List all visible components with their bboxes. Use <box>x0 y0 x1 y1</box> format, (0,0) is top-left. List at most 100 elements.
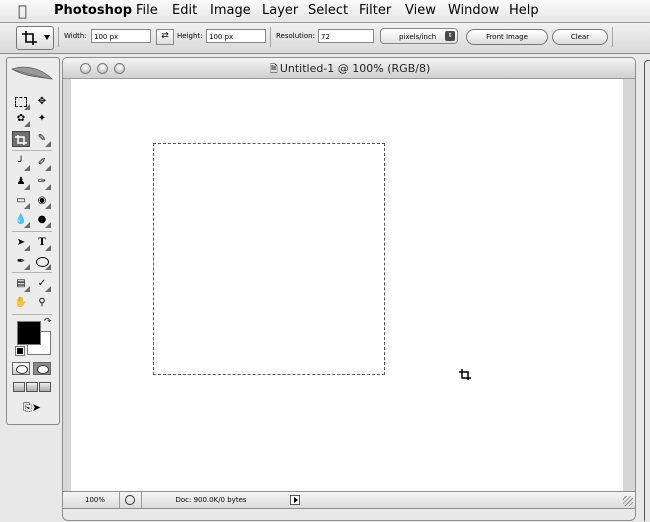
doc-size-info: Doc: 900.0K/0 bytes <box>175 496 247 504</box>
width-label: Width: <box>64 32 87 40</box>
jump-to-imageready-button[interactable]: ⎘➤ <box>14 400 50 416</box>
type-t-icon: T <box>38 237 46 248</box>
crop-tool[interactable] <box>12 131 30 147</box>
options-divider <box>58 27 59 47</box>
full-screen-menu-mode-button[interactable] <box>26 382 38 392</box>
toolbox-divider <box>12 231 52 232</box>
toolbox-divider <box>12 150 52 151</box>
pen-tool[interactable]: ✒ <box>12 254 30 270</box>
slice-knife-icon: ✎ <box>37 133 47 144</box>
document-proxy-icon[interactable]: 🗎 <box>270 64 278 75</box>
move-tool[interactable]: ✥ <box>33 94 51 110</box>
selection-marquee[interactable] <box>153 143 385 375</box>
history-brush-tool[interactable]: ✑ <box>33 174 51 190</box>
options-divider <box>270 27 271 47</box>
foreground-color-swatch[interactable] <box>17 321 41 345</box>
type-tool[interactable]: T <box>33 235 51 251</box>
standard-mode-icon <box>16 365 28 374</box>
standard-screen-mode-button[interactable] <box>13 382 25 392</box>
menu-layer[interactable]: Layer <box>262 3 298 19</box>
apple-menu-icon[interactable]:  <box>18 2 27 20</box>
eraser-icon: ▭ <box>16 195 26 206</box>
options-divider <box>612 27 613 47</box>
arrow-pointer-icon: ➤ <box>16 237 26 248</box>
note-icon: ▤ <box>16 278 26 289</box>
hand-icon: ✋ <box>14 297 28 308</box>
menu-help[interactable]: Help <box>509 3 539 19</box>
document-window: 🗎 Untitled-1 @ 100% (RGB/8) 100% Doc: 900… <box>62 57 636 521</box>
resolution-units-value: pixels/inch <box>399 33 437 41</box>
clone-stamp-tool[interactable]: ♟ <box>12 174 30 190</box>
height-label: Height: <box>177 32 203 40</box>
menu-edit[interactable]: Edit <box>172 3 197 19</box>
history-brush-icon: ✑ <box>37 176 47 187</box>
brush-icon: ✐ <box>37 157 47 168</box>
slice-tool[interactable]: ✎ <box>33 131 51 147</box>
eraser-tool[interactable]: ▭ <box>12 193 30 209</box>
chevron-down-icon <box>44 35 50 40</box>
clear-button[interactable]: Clear <box>552 29 608 45</box>
document-window-frame <box>62 509 636 521</box>
menu-window[interactable]: Window <box>448 3 499 19</box>
quick-mask-mode-button[interactable] <box>33 362 51 375</box>
lasso-tool[interactable]: ✿ <box>12 111 30 127</box>
tool-preset-picker[interactable] <box>16 26 54 50</box>
pen-nib-icon: ✒ <box>16 256 26 267</box>
options-bar: Width: 100 px ⇄ Height: 100 px Resolutio… <box>0 23 650 54</box>
globe-icon <box>125 495 135 505</box>
dodge-tool[interactable]: ● <box>33 212 51 228</box>
adjacent-window-edge <box>644 60 650 521</box>
menu-bar:  Photoshop File Edit Image Layer Select… <box>0 0 650 23</box>
default-colors-icon[interactable] <box>15 346 25 356</box>
ellipse-shape-icon <box>35 257 49 267</box>
healing-brush-tool[interactable]: ╯ <box>12 155 30 171</box>
status-info-button[interactable] <box>119 492 142 508</box>
magnifier-icon: ⚲ <box>38 297 46 308</box>
resolution-units-select[interactable]: pixels/inch ⇕ <box>380 28 458 44</box>
standard-mode-button[interactable] <box>12 362 30 375</box>
paint-bucket-tool[interactable]: ◉ <box>33 193 51 209</box>
menu-select[interactable]: Select <box>308 3 348 19</box>
resize-grip-icon[interactable] <box>623 496 633 506</box>
path-selection-tool[interactable]: ➤ <box>12 235 30 251</box>
menu-app-photoshop[interactable]: Photoshop <box>54 3 132 19</box>
swap-dimensions-button[interactable]: ⇄ <box>156 29 174 45</box>
eyedropper-icon: ✓ <box>37 278 47 289</box>
eyedropper-tool[interactable]: ✓ <box>33 276 51 292</box>
canvas-area[interactable] <box>62 79 636 491</box>
zoom-tool[interactable]: ⚲ <box>33 295 51 311</box>
magic-wand-tool[interactable]: ✦ <box>33 111 51 127</box>
status-menu-arrow-button[interactable] <box>290 495 300 505</box>
resolution-label: Resolution: <box>276 32 315 40</box>
notes-tool[interactable]: ▤ <box>12 276 30 292</box>
paint-bucket-icon: ◉ <box>37 195 47 206</box>
toolbox-divider <box>12 272 52 273</box>
document-title: 🗎 Untitled-1 @ 100% (RGB/8) <box>63 62 637 79</box>
blur-tool[interactable]: 💧 <box>12 212 30 228</box>
menu-view[interactable]: View <box>405 3 436 19</box>
shape-tool[interactable] <box>33 254 51 270</box>
crop-cursor-icon <box>459 369 471 380</box>
rect-marquee-icon <box>15 97 27 107</box>
swap-colors-icon[interactable]: ↷ <box>44 317 52 327</box>
document-title-bar[interactable]: 🗎 Untitled-1 @ 100% (RGB/8) <box>62 57 636 79</box>
width-field[interactable]: 100 px <box>91 29 151 43</box>
menu-filter[interactable]: Filter <box>359 3 391 19</box>
image-canvas[interactable] <box>71 79 623 491</box>
photoshop-feather-logo[interactable] <box>10 61 54 87</box>
hand-tool[interactable]: ✋ <box>12 295 30 311</box>
height-field[interactable]: 100 px <box>206 29 266 43</box>
lasso-icon: ✿ <box>16 113 26 124</box>
marquee-tool[interactable] <box>12 94 30 110</box>
imageready-icon: ⎘➤ <box>22 401 42 414</box>
full-screen-mode-button[interactable] <box>39 382 51 392</box>
menu-file[interactable]: File <box>136 3 158 19</box>
menu-image[interactable]: Image <box>210 3 251 19</box>
brush-tool[interactable]: ✐ <box>33 155 51 171</box>
toolbox: ✥ ✿ ✦ ✎ ╯ ✐ ♟ ✑ ▭ ◉ 💧 ● ➤ T ✒ ▤ ✓ ✋ ⚲ ↷ … <box>6 57 60 425</box>
magic-wand-icon: ✦ <box>37 113 47 124</box>
front-image-button[interactable]: Front Image <box>466 29 548 45</box>
resolution-field[interactable]: 72 <box>318 29 374 43</box>
move-icon: ✥ <box>37 96 47 107</box>
zoom-level-field[interactable]: 100% <box>71 492 120 508</box>
